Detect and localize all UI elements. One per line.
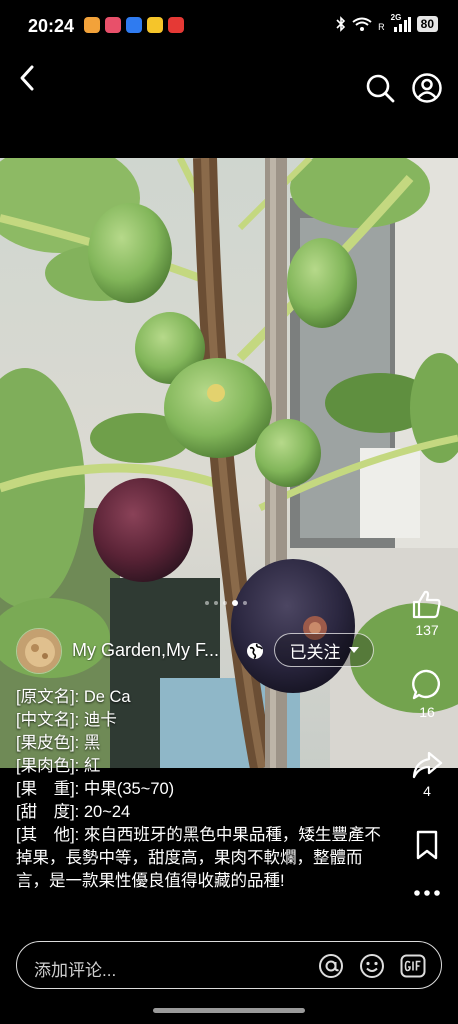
profile-icon[interactable] <box>411 72 443 104</box>
home-indicator[interactable] <box>153 1008 305 1013</box>
description-line: [果 重]: 中果(35~70) <box>16 780 175 798</box>
description-line: [原文名]: De Ca <box>16 688 131 706</box>
like-count: 137 <box>415 622 439 638</box>
description-line: [甜 度]: 20~24 <box>16 803 131 821</box>
app-notification-icon <box>147 17 163 33</box>
share-icon <box>412 751 443 779</box>
wifi-icon <box>352 17 372 31</box>
description-line: [中文名]: 迪卡 <box>16 711 117 729</box>
comment-placeholder: 添加评论... <box>34 961 117 980</box>
carousel-dot-active <box>232 600 238 606</box>
mention-icon[interactable] <box>318 953 344 979</box>
like-button[interactable]: 137 <box>404 588 450 638</box>
back-button[interactable] <box>14 62 42 94</box>
more-icon <box>414 890 440 896</box>
signal-icon: 2G <box>391 13 411 32</box>
carousel-indicator <box>205 600 247 606</box>
app-notification-icon <box>84 17 100 33</box>
share-button[interactable]: 4 <box>404 749 450 799</box>
notification-icons <box>84 17 184 33</box>
messenger-notification-icon <box>126 17 142 33</box>
thumbs-up-icon <box>412 590 441 619</box>
description-line: [果肉色]: 紅 <box>16 757 101 775</box>
gif-icon[interactable] <box>400 953 426 979</box>
chevron-down-icon <box>348 647 359 653</box>
status-time: 20:24 <box>28 16 75 36</box>
bookmark-button[interactable] <box>404 829 450 861</box>
system-icons: R 2G 80 <box>336 13 438 32</box>
bookmark-icon <box>416 830 438 860</box>
description-line: [其 他]: 來自西班牙的黑色中果品種，矮生豐產不掉果，長勢中等，甜度高，果肉不… <box>16 826 381 890</box>
more-button[interactable] <box>404 885 450 901</box>
battery-indicator: 80 <box>416 16 438 32</box>
post-photo[interactable] <box>0 158 458 768</box>
carousel-dot <box>214 601 218 605</box>
roaming-label: R <box>378 22 385 32</box>
comment-icon <box>412 669 440 700</box>
author-name[interactable]: My Garden,My F... <box>72 640 240 661</box>
emoji-icon[interactable] <box>359 953 385 979</box>
app-notification-icon <box>168 17 184 33</box>
share-count: 4 <box>423 783 431 799</box>
description-line: [果皮色]: 黑 <box>16 734 101 752</box>
post-description: [原文名]: De Ca [中文名]: 迪卡 [果皮色]: 黑 [果肉色]: 紅… <box>16 686 386 893</box>
comment-count: 16 <box>419 704 435 720</box>
carousel-dot <box>205 601 209 605</box>
comment-button[interactable]: 16 <box>404 668 450 720</box>
follow-button[interactable]: 已关注 <box>274 633 374 667</box>
follow-label: 已关注 <box>289 642 341 662</box>
comment-input[interactable]: 添加评论... <box>16 941 442 989</box>
author-avatar[interactable] <box>16 628 62 674</box>
app-notification-icon <box>105 17 121 33</box>
status-bar: 20:24 R 2G 80 <box>0 0 458 52</box>
carousel-dot <box>223 601 227 605</box>
search-icon[interactable] <box>364 72 396 104</box>
globe-icon <box>247 643 263 660</box>
carousel-dot <box>243 601 247 605</box>
bluetooth-icon <box>336 16 346 32</box>
